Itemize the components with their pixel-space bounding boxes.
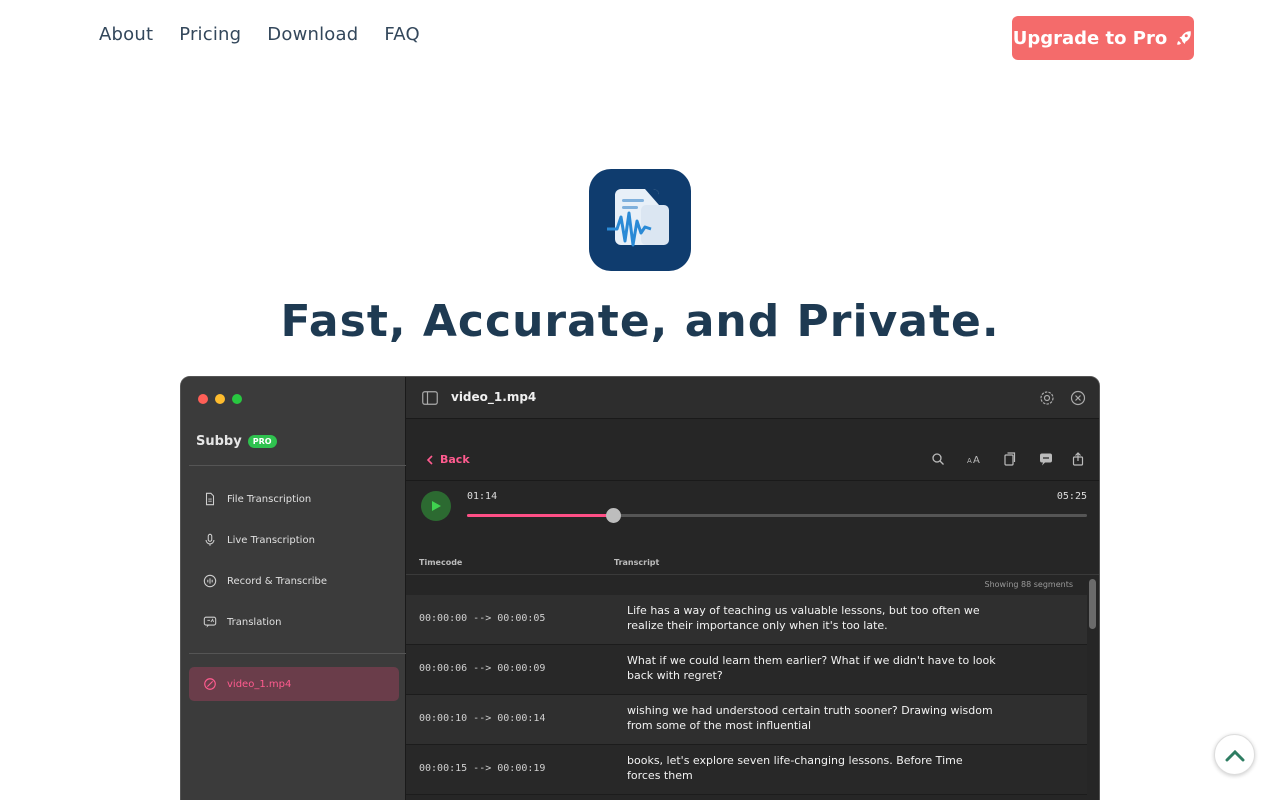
sidebar-item-record-transcribe[interactable]: Record & Transcribe <box>189 564 399 598</box>
row-transcript: What if we could learn them earlier? Wha… <box>627 654 996 682</box>
pro-badge: PRO <box>247 435 277 448</box>
active-file-label: video_1.mp4 <box>227 678 292 690</box>
scrollbar-thumb[interactable] <box>1089 579 1096 629</box>
brand-name: Subby <box>196 434 242 449</box>
close-circle-icon[interactable] <box>1070 390 1086 406</box>
sidebar-item-label: Translation <box>227 616 282 628</box>
share-icon[interactable] <box>1071 452 1085 466</box>
sidebar-item-active-file[interactable]: video_1.mp4 <box>189 667 399 701</box>
row-timecode: 00:00:15 --> 00:00:19 <box>419 763 546 774</box>
sidebar-item-label: Record & Transcribe <box>227 575 328 587</box>
window-title: video_1.mp4 <box>451 390 537 404</box>
timecode-column-header: Timecode <box>419 558 463 567</box>
window-titlebar: video_1.mp4 <box>406 377 1099 419</box>
seek-bar-progress <box>467 514 613 517</box>
transcript-toolbar: Back AA <box>406 419 1099 481</box>
transcript-column-header: Transcript <box>614 558 660 567</box>
table-row[interactable]: 00:00:00 --> 00:00:05 Life has a way of … <box>406 595 1087 645</box>
font-size-icon[interactable]: AA <box>967 452 981 466</box>
nav-link-about[interactable]: About <box>99 24 153 45</box>
sidebar-item-label: File Transcription <box>227 493 312 505</box>
translate-icon <box>203 616 217 628</box>
transcript-rows: 00:00:00 --> 00:00:05 Life has a way of … <box>406 595 1087 795</box>
table-row[interactable]: 00:00:06 --> 00:00:09 What if we could l… <box>406 645 1087 695</box>
nav-link-faq[interactable]: FAQ <box>384 24 419 45</box>
sidebar-toggle-icon[interactable] <box>422 391 438 405</box>
sidebar-item-label: Live Transcription <box>227 534 315 546</box>
seek-bar[interactable] <box>467 508 1087 523</box>
seek-handle[interactable] <box>605 508 621 523</box>
nav-link-download[interactable]: Download <box>267 24 358 45</box>
table-row[interactable]: 00:00:15 --> 00:00:19 books, let's explo… <box>406 745 1087 795</box>
minimize-dot-icon[interactable] <box>215 394 225 404</box>
top-nav: About Pricing Download FAQ Upgrade to Pr… <box>0 0 1280 72</box>
document-icon <box>205 492 215 506</box>
audio-player: 01:14 05:25 <box>406 481 1099 541</box>
sidebar-item-file-transcription[interactable]: File Transcription <box>189 482 399 516</box>
subby-logo <box>589 169 691 271</box>
row-transcript: books, let's explore seven life-changing… <box>627 754 963 782</box>
play-icon <box>432 501 441 511</box>
hero-title: Fast, Accurate, and Private. <box>280 296 1000 347</box>
row-timecode: 00:00:06 --> 00:00:09 <box>419 663 546 674</box>
transcript-scrollbar[interactable] <box>1089 577 1097 800</box>
rocket-icon <box>1177 31 1191 45</box>
scroll-to-top-button[interactable] <box>1214 734 1255 775</box>
microphone-icon <box>205 533 215 546</box>
record-icon <box>203 574 217 588</box>
file-status-icon <box>204 678 216 690</box>
segment-count: Showing 88 segments <box>984 580 1073 589</box>
app-brand: Subby PRO <box>196 434 277 449</box>
subtitle-icon[interactable] <box>1039 452 1053 466</box>
svg-text:A: A <box>967 457 972 465</box>
transcript-table-header: Timecode Transcript <box>406 555 1099 575</box>
close-dot-icon[interactable] <box>198 394 208 404</box>
app-screenshot-window: Subby PRO File Transcription Live Transc… <box>180 376 1100 800</box>
nav-links: About Pricing Download FAQ <box>99 24 420 45</box>
back-button[interactable]: Back <box>426 453 470 466</box>
window-controls <box>198 394 242 404</box>
upgrade-label: Upgrade to Pro <box>1012 27 1168 49</box>
row-transcript: Life has a way of teaching us valuable l… <box>627 604 980 632</box>
nav-link-pricing[interactable]: Pricing <box>179 24 241 45</box>
sidebar-item-live-transcription[interactable]: Live Transcription <box>189 523 399 557</box>
current-time: 01:14 <box>467 491 498 502</box>
table-row[interactable]: 00:00:10 --> 00:00:14 wishing we had und… <box>406 695 1087 745</box>
total-time: 05:25 <box>1056 491 1087 502</box>
svg-text:A: A <box>973 455 980 466</box>
copy-icon[interactable] <box>1003 452 1017 466</box>
chevron-left-icon <box>426 454 433 465</box>
row-timecode: 00:00:00 --> 00:00:05 <box>419 613 546 624</box>
sidebar-divider <box>189 653 406 654</box>
chevron-up-icon <box>1225 749 1244 761</box>
sidebar-item-translation[interactable]: Translation <box>189 605 399 639</box>
sidebar-divider <box>189 465 406 466</box>
play-button[interactable] <box>421 491 451 521</box>
zoom-dot-icon[interactable] <box>232 394 242 404</box>
row-transcript: wishing we had understood certain truth … <box>627 704 993 732</box>
row-timecode: 00:00:10 --> 00:00:14 <box>419 713 546 724</box>
search-icon[interactable] <box>931 452 945 466</box>
upgrade-to-pro-button[interactable]: Upgrade to Pro <box>1012 16 1194 60</box>
app-sidebar: Subby PRO File Transcription Live Transc… <box>181 377 406 800</box>
app-main-panel: video_1.mp4 Back AA 01:14 05:25 Timecode… <box>406 377 1099 800</box>
gear-icon[interactable] <box>1039 390 1055 406</box>
back-label: Back <box>440 453 470 466</box>
